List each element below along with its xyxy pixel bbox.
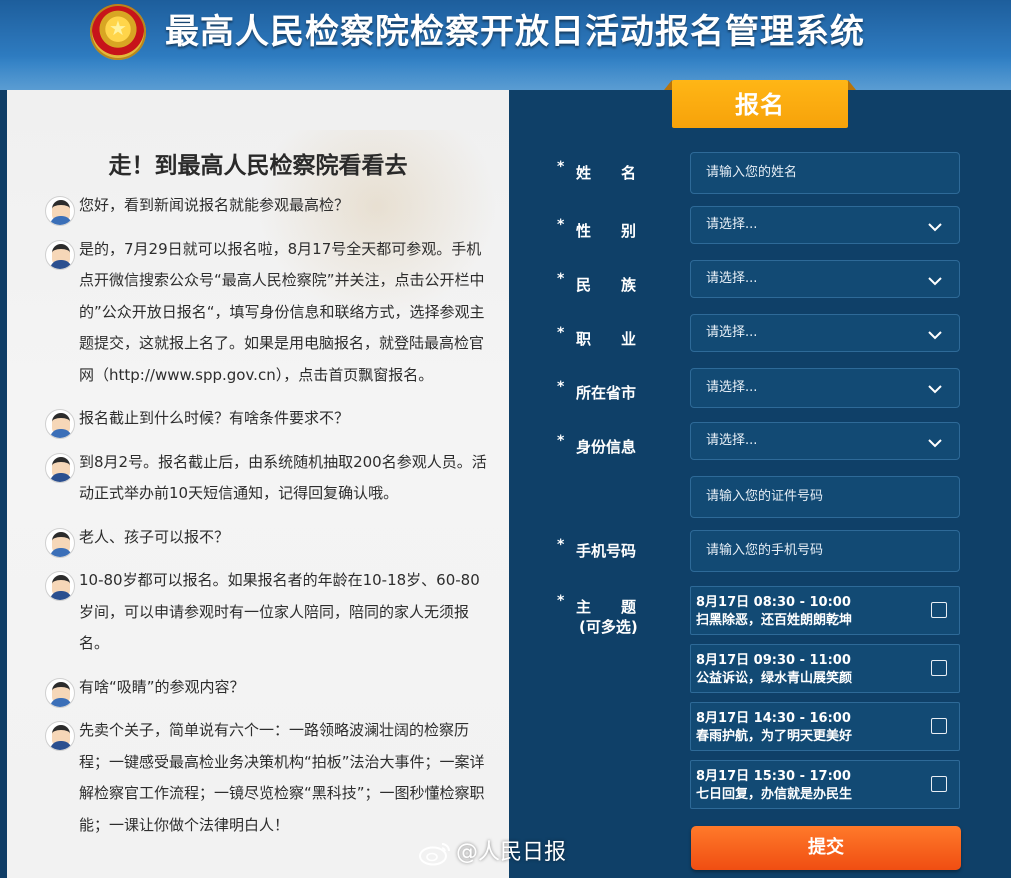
topic-option[interactable]: 8月17日 15:30 - 17:00 七日回复，办信就是办民生 — [690, 760, 960, 809]
chat-message: 是的，7月29日就可以报名啦，8月17号全天都可参观。手机点开微信搜索公众号“最… — [45, 234, 490, 392]
info-title: 走！到最高人民检察院看看去 — [108, 153, 408, 179]
topics-sublabel: (可多选) — [579, 618, 638, 636]
info-panel: 走！到最高人民检察院看看去 您好，看到新闻说报名就能参观最高检？ 是的，7月29… — [7, 90, 509, 878]
chevron-down-icon — [928, 385, 942, 394]
chat-message: 您好，看到新闻说报名就能参观最高检？ — [45, 190, 490, 226]
avatar-visitor-icon — [45, 196, 75, 226]
topic-option[interactable]: 8月17日 08:30 - 10:00 扫黑除恶，还百姓朗朗乾坤 — [690, 586, 960, 635]
chat-message: 老人、孩子可以报不？ — [45, 522, 490, 558]
weibo-watermark: @人民日报 — [418, 836, 566, 870]
avatar-prosecutor-icon — [45, 452, 75, 483]
chat-message: 10-80岁都可以报名。如果报名者的年龄在10-18岁、60-80岁间，可以申请… — [45, 565, 490, 660]
gender-select[interactable]: 请选择... — [690, 206, 960, 244]
avatar-visitor-icon — [45, 677, 75, 708]
chat-message: 先卖个关子，简单说有六个一：一路领略波澜壮阔的检察历程；一键感受最高检业务决策机… — [45, 715, 490, 841]
name-input[interactable]: 请输入您的姓名 — [690, 152, 960, 194]
avatar-visitor-icon — [45, 527, 75, 558]
occupation-select[interactable]: 请选择... — [690, 314, 960, 352]
id-type-select[interactable]: 请选择... — [690, 422, 960, 460]
avatar-visitor-icon — [45, 409, 75, 439]
topic-checkbox[interactable] — [931, 718, 947, 734]
chat-message: 有啥“吸睛”的参观内容？ — [45, 672, 490, 708]
topic-checkbox[interactable] — [931, 776, 947, 792]
submit-button[interactable]: 提交 — [691, 826, 961, 870]
topic-option[interactable]: 8月17日 14:30 - 16:00 春雨护航，为了明天更美好 — [690, 702, 960, 751]
system-title: 最高人民检察院检察开放日活动报名管理系统 — [165, 12, 865, 52]
phone-input[interactable]: 请输入您的手机号码 — [690, 530, 960, 572]
topic-checkbox[interactable] — [931, 602, 947, 618]
topic-checkbox[interactable] — [931, 660, 947, 676]
province-select[interactable]: 请选择... — [690, 368, 960, 408]
ethnicity-select[interactable]: 请选择... — [690, 260, 960, 298]
chat-message: 到8月2号。报名截止后，由系统随机抽取200名参观人员。活动正式举办前10天短信… — [45, 447, 490, 510]
chevron-down-icon — [928, 277, 942, 286]
header-banner: ★ 最高人民检察院检察开放日活动报名管理系统 — [0, 0, 1011, 90]
registration-form: 报名 * 姓 名 请输入您的姓名 * 性 别 请选择... * 民 族 请选择... … — [509, 80, 1011, 878]
id-number-input[interactable]: 请输入您的证件号码 — [690, 476, 960, 518]
avatar-prosecutor-icon — [45, 721, 75, 751]
chevron-down-icon — [928, 331, 942, 340]
avatar-prosecutor-icon — [45, 239, 75, 270]
chat-message: 报名截止到什么时候？有啥条件要求不？ — [45, 403, 490, 439]
weibo-icon — [419, 843, 450, 866]
faq-chat: 您好，看到新闻说报名就能参观最高检？ 是的，7月29日就可以报名啦，8月17号全… — [45, 190, 490, 853]
form-tab-register: 报名 — [664, 80, 856, 128]
chevron-down-icon — [928, 439, 942, 448]
topic-option[interactable]: 8月17日 09:30 - 11:00 公益诉讼，绿水青山展笑颜 — [690, 644, 960, 693]
national-emblem-icon: ★ — [90, 4, 146, 60]
chevron-down-icon — [928, 223, 942, 232]
avatar-prosecutor-icon — [45, 571, 75, 601]
